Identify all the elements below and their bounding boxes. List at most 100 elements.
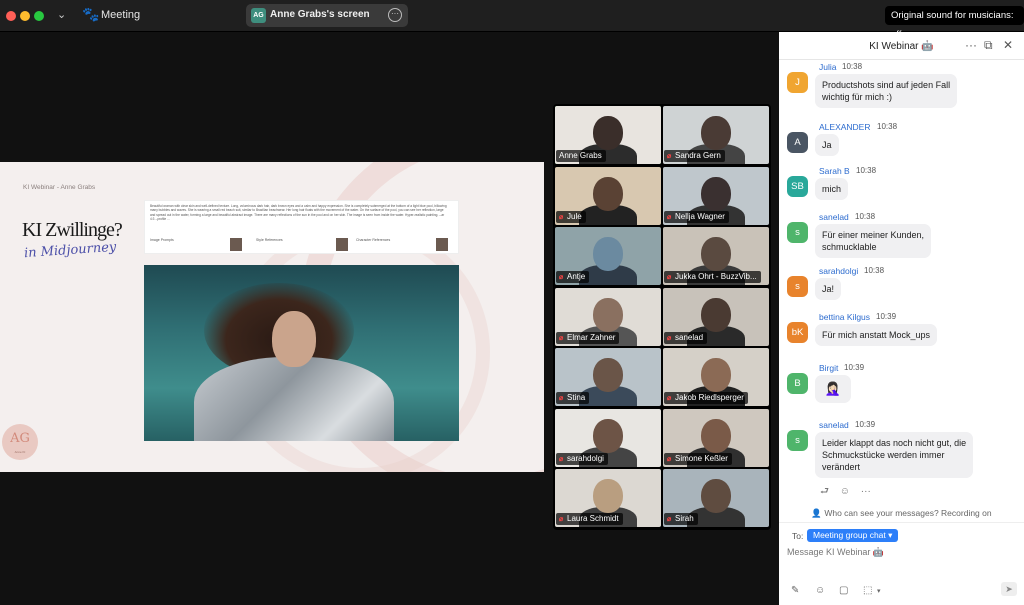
participant-tile[interactable]: ⌀ sanelad xyxy=(663,287,769,346)
message-time: 10:39 xyxy=(876,312,897,321)
avatar[interactable]: A xyxy=(787,132,808,153)
participant-name: ⌀ Jukka Ohrt - BuzzVib... xyxy=(664,271,761,283)
participant-name: ⌀ Sirah xyxy=(664,513,698,525)
format-icon[interactable]: ✎ xyxy=(791,585,799,596)
message-bubble[interactable]: Für einer meiner Kunden, schmucklable xyxy=(815,224,932,258)
reply-icon[interactable]: ⮐ xyxy=(820,486,829,497)
message-bubble[interactable]: Productshots sind auf jeden Fall wichtig … xyxy=(815,74,958,108)
message-bubble[interactable]: Leider klappt das noch nicht gut, die Sch… xyxy=(815,432,974,478)
avatar[interactable]: s xyxy=(787,222,808,243)
message-time: 10:38 xyxy=(864,266,885,275)
close-icon[interactable]: ✕ xyxy=(1003,38,1013,52)
close-window-button[interactable] xyxy=(6,11,16,21)
message-bubble[interactable]: 🤦🏻‍♀️ xyxy=(815,375,851,403)
participant-name: ⌀ Laura Schmidt xyxy=(556,513,623,525)
privacy-note[interactable]: 👤 Who can see your messages? Recording o… xyxy=(779,508,1024,519)
mic-muted-icon: ⌀ xyxy=(559,213,564,221)
participant-tile[interactable]: ⌀ Laura Schmidt xyxy=(555,469,661,527)
participant-tile[interactable]: ⌀ sarahdolgi xyxy=(555,408,661,467)
avatar[interactable]: bK xyxy=(787,322,808,343)
participant-tile[interactable]: ⌀ Jule xyxy=(555,166,661,225)
message-text: Für mich anstatt Mock_ups xyxy=(822,330,931,340)
paw-icon: 🐾 xyxy=(82,6,100,22)
participant-tile[interactable]: ⌀ Jakob Riedlsperger xyxy=(663,348,769,406)
chevron-down-icon[interactable]: ⌄ xyxy=(57,8,66,21)
maximize-window-button[interactable] xyxy=(34,11,44,21)
logo-initials: AG xyxy=(10,431,30,446)
presenter-avatar: AG xyxy=(251,8,266,23)
message-time: 10:38 xyxy=(856,166,877,175)
message-input[interactable]: Message KI Webinar 🤖 xyxy=(787,547,884,558)
participant-tile[interactable]: ⌀ Antje xyxy=(555,227,661,285)
avatar[interactable]: s xyxy=(787,430,808,451)
avatar[interactable]: B xyxy=(787,373,808,394)
avatar[interactable]: SB xyxy=(787,176,808,197)
participant-gallery: Anne Grabs ⌀ Sandra Gern ⌀ Jule ⌀ Nellja Wagne… xyxy=(553,104,771,530)
image-prompt-thumbnail xyxy=(230,238,242,251)
message-bubble[interactable]: mich xyxy=(815,178,849,200)
style-reference-thumbnail xyxy=(336,238,348,251)
sender-name[interactable]: Sarah B xyxy=(819,166,850,176)
more-options-icon[interactable]: ··· xyxy=(965,38,977,52)
message-bubble[interactable]: Ja! xyxy=(815,278,842,300)
participant-tile[interactable]: ⌀ Elmar Zahner xyxy=(555,287,661,346)
message-text: Ja xyxy=(822,140,832,150)
participant-tile[interactable]: ⌀ Jukka Ohrt - BuzzVib... xyxy=(663,227,769,285)
more-options-icon[interactable]: ··· xyxy=(388,8,402,22)
sender-name[interactable]: Julia xyxy=(819,62,836,72)
screenshot-icon[interactable]: ⬚ xyxy=(863,585,872,596)
message-time: 10:39 xyxy=(855,420,876,429)
chat-panel: KI Webinar 🤖 ··· ⧉ ✕ J Julia 10:38 Products… xyxy=(779,32,1024,605)
people-icon: 👤 xyxy=(811,508,822,518)
message-text: Ja! xyxy=(822,284,835,294)
participant-tile[interactable]: ⌀ Simone Keßler xyxy=(663,408,769,467)
participant-tile[interactable]: Anne Grabs xyxy=(555,106,661,164)
mic-muted-icon: ⌀ xyxy=(559,516,564,523)
mic-muted-icon: ⌀ xyxy=(559,455,564,463)
meeting-label: Meeting xyxy=(101,9,141,21)
avatar[interactable]: s xyxy=(787,276,808,297)
more-actions-icon[interactable]: ··· xyxy=(861,486,871,497)
recipient-label: To: xyxy=(792,531,804,541)
sender-name[interactable]: sanelad xyxy=(819,212,849,222)
prompt-card: Beautiful woman with clear skin and well… xyxy=(144,200,459,254)
send-button[interactable]: ➤ xyxy=(1001,582,1017,596)
character-references-label: Character References xyxy=(356,238,391,242)
participant-name: ⌀ Jule xyxy=(556,210,586,223)
participant-tile[interactable]: ⌀ Stina xyxy=(555,348,661,406)
participant-tile[interactable]: ⌀ Sandra Gern xyxy=(663,106,769,164)
brand-logo: AG Anne KI xyxy=(2,424,38,460)
emoji-reaction-icon[interactable]: ☺ xyxy=(840,486,850,497)
sender-name[interactable]: sanelad xyxy=(819,420,849,430)
mic-muted-icon: ⌀ xyxy=(667,213,672,221)
prompt-text: Beautiful woman with clear skin and well… xyxy=(150,204,447,222)
character-reference-thumbnail xyxy=(436,238,448,251)
sender-name[interactable]: Birgit xyxy=(819,363,838,373)
sender-name[interactable]: sarahdolgi xyxy=(819,266,858,276)
image-prompts-label: Image Prompts xyxy=(150,238,174,242)
participant-tile[interactable]: ⌀ Sirah xyxy=(663,469,769,527)
minimize-window-button[interactable] xyxy=(20,11,30,21)
mic-muted-icon: ⌀ xyxy=(559,334,564,342)
message-bubble[interactable]: Ja xyxy=(815,134,839,156)
avatar[interactable]: J xyxy=(787,72,808,93)
participant-name: ⌀ Stina xyxy=(556,392,590,404)
screen-share-indicator[interactable]: AG Anne Grabs's screen ··· xyxy=(246,4,408,27)
chevron-down-icon[interactable]: ▾ xyxy=(877,587,881,595)
emoji-icon[interactable]: ☺ xyxy=(815,585,825,596)
popout-icon[interactable]: ⧉ xyxy=(984,38,993,53)
sender-name[interactable]: ALEXANDER xyxy=(819,122,871,132)
original-sound-toggle[interactable]: Original sound for musicians: off xyxy=(885,6,1024,40)
message-text: Productshots sind auf jeden Fall xyxy=(822,80,951,90)
sender-name[interactable]: bettina Kilgus xyxy=(819,312,870,322)
meeting-title-bar: ⌄ 🐾 Meeting AG Anne Grabs's screen ··· O… xyxy=(0,0,1024,40)
message-text: Schmuckstücke werden immer xyxy=(822,450,945,460)
participant-name: ⌀ Nellja Wagner xyxy=(664,210,729,223)
file-icon[interactable]: ▢ xyxy=(839,585,848,596)
presenter-screen-label: Anne Grabs's screen xyxy=(270,9,370,20)
participant-tile[interactable]: ⌀ Nellja Wagner xyxy=(663,166,769,225)
mic-muted-icon: ⌀ xyxy=(667,274,672,281)
recipient-dropdown[interactable]: Meeting group chat ▾ xyxy=(807,529,899,542)
message-time: 10:39 xyxy=(844,363,865,372)
message-bubble[interactable]: Für mich anstatt Mock_ups xyxy=(815,324,938,346)
